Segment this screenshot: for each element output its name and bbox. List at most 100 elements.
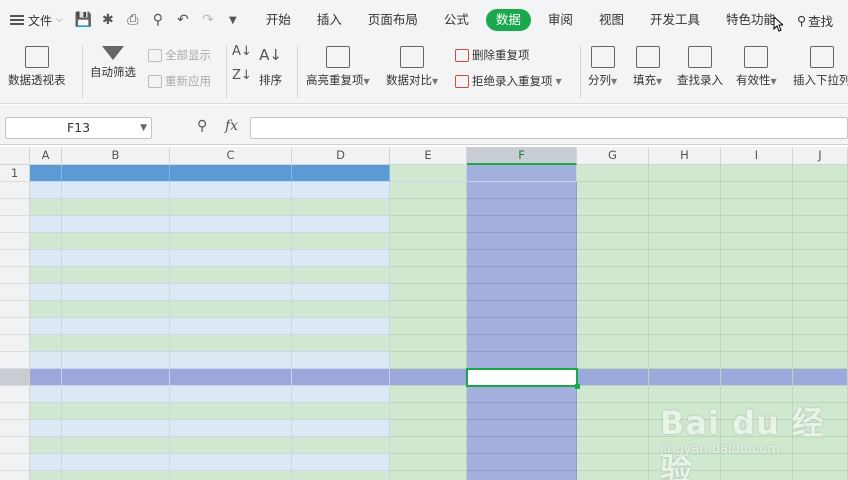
zoom-icon[interactable]: ⚲ — [197, 118, 215, 136]
empty-cell[interactable] — [793, 267, 848, 284]
empty-cell[interactable] — [793, 369, 848, 386]
empty-cell[interactable] — [467, 454, 577, 471]
empty-cell[interactable] — [390, 250, 467, 267]
table-cell[interactable] — [30, 335, 62, 352]
row-header[interactable] — [0, 369, 30, 386]
table-cell[interactable] — [292, 284, 390, 301]
empty-cell[interactable] — [577, 454, 649, 471]
row-header[interactable] — [0, 318, 30, 335]
table-cell[interactable] — [170, 386, 292, 403]
empty-cell[interactable] — [390, 369, 467, 386]
sort-descending-button[interactable]: Z↓ — [232, 68, 252, 83]
row-header[interactable] — [0, 250, 30, 267]
empty-cell[interactable] — [649, 267, 721, 284]
empty-cell[interactable] — [577, 471, 649, 480]
table-cell[interactable] — [170, 335, 292, 352]
file-menu[interactable]: 文件 ⌵ — [0, 0, 69, 40]
empty-cell[interactable] — [793, 250, 848, 267]
name-box[interactable]: F13 ▼ — [5, 117, 152, 139]
empty-cell[interactable] — [467, 352, 577, 369]
table-cell[interactable] — [30, 471, 62, 480]
table-cell[interactable] — [62, 403, 170, 420]
empty-cell[interactable] — [649, 318, 721, 335]
empty-cell[interactable] — [577, 335, 649, 352]
empty-cell[interactable] — [390, 420, 467, 437]
table-cell[interactable] — [62, 233, 170, 250]
autofilter-button[interactable]: 自动筛选 — [90, 46, 136, 80]
table-cell[interactable] — [62, 267, 170, 284]
empty-cell[interactable] — [390, 454, 467, 471]
empty-cell[interactable] — [467, 471, 577, 480]
table-cell[interactable] — [62, 199, 170, 216]
empty-cell[interactable] — [649, 250, 721, 267]
tab-page-layout[interactable]: 页面布局 — [355, 9, 431, 31]
empty-cell[interactable] — [793, 182, 848, 199]
select-all-corner[interactable] — [0, 147, 30, 165]
empty-cell[interactable] — [390, 199, 467, 216]
validity-button[interactable]: 有效性▼ — [736, 46, 777, 88]
sort-button[interactable]: A↓ 排序 — [259, 46, 282, 88]
empty-cell[interactable] — [467, 318, 577, 335]
table-cell[interactable] — [292, 352, 390, 369]
empty-cell[interactable] — [577, 403, 649, 420]
row-header[interactable] — [0, 420, 30, 437]
table-cell[interactable] — [62, 352, 170, 369]
empty-cell[interactable] — [390, 301, 467, 318]
empty-cell[interactable] — [577, 250, 649, 267]
data-compare-button[interactable]: 数据对比▼ — [386, 46, 438, 88]
table-cell[interactable] — [170, 182, 292, 199]
table-cell[interactable] — [170, 403, 292, 420]
empty-cell[interactable] — [577, 199, 649, 216]
empty-cell[interactable] — [467, 301, 577, 318]
table-cell[interactable] — [62, 284, 170, 301]
table-cell[interactable] — [170, 267, 292, 284]
empty-cell[interactable] — [390, 403, 467, 420]
table-header-cell[interactable] — [292, 165, 390, 182]
table-cell[interactable] — [292, 301, 390, 318]
row-header[interactable] — [0, 471, 30, 480]
empty-cell[interactable] — [793, 233, 848, 250]
table-cell[interactable] — [170, 199, 292, 216]
column-header-b[interactable]: B — [62, 147, 170, 165]
redo-icon[interactable]: ↷ — [200, 12, 216, 28]
table-cell[interactable] — [62, 250, 170, 267]
empty-cell[interactable] — [390, 216, 467, 233]
table-cell[interactable] — [170, 437, 292, 454]
table-cell[interactable] — [30, 199, 62, 216]
empty-cell[interactable] — [721, 250, 793, 267]
table-cell[interactable] — [30, 352, 62, 369]
table-cell[interactable] — [62, 437, 170, 454]
empty-cell[interactable] — [577, 352, 649, 369]
column-header-h[interactable]: H — [649, 147, 721, 165]
table-cell[interactable] — [30, 267, 62, 284]
table-cell[interactable] — [292, 335, 390, 352]
empty-cell[interactable] — [390, 182, 467, 199]
fill-button[interactable]: 填充▼ — [633, 46, 662, 88]
column-header-i[interactable]: I — [721, 147, 793, 165]
table-cell[interactable] — [30, 301, 62, 318]
empty-cell[interactable] — [577, 369, 649, 386]
empty-cell[interactable] — [793, 284, 848, 301]
table-cell[interactable] — [170, 284, 292, 301]
empty-cell[interactable] — [721, 335, 793, 352]
column-header-c[interactable]: C — [170, 147, 292, 165]
row-header[interactable] — [0, 335, 30, 352]
empty-cell[interactable] — [577, 437, 649, 454]
empty-cell[interactable] — [649, 182, 721, 199]
table-cell[interactable] — [292, 216, 390, 233]
empty-cell[interactable] — [390, 471, 467, 480]
table-cell[interactable] — [62, 386, 170, 403]
table-cell[interactable] — [292, 182, 390, 199]
table-cell[interactable] — [292, 233, 390, 250]
empty-cell[interactable] — [467, 233, 577, 250]
empty-cell[interactable] — [577, 318, 649, 335]
empty-cell[interactable] — [390, 352, 467, 369]
format-painter-icon[interactable]: ✱ — [100, 12, 116, 28]
table-cell[interactable] — [62, 454, 170, 471]
empty-cell[interactable] — [721, 318, 793, 335]
row-header[interactable] — [0, 437, 30, 454]
empty-cell[interactable] — [721, 182, 793, 199]
table-header-cell[interactable] — [467, 165, 577, 182]
column-header-j[interactable]: J — [793, 147, 848, 165]
empty-cell[interactable] — [467, 284, 577, 301]
